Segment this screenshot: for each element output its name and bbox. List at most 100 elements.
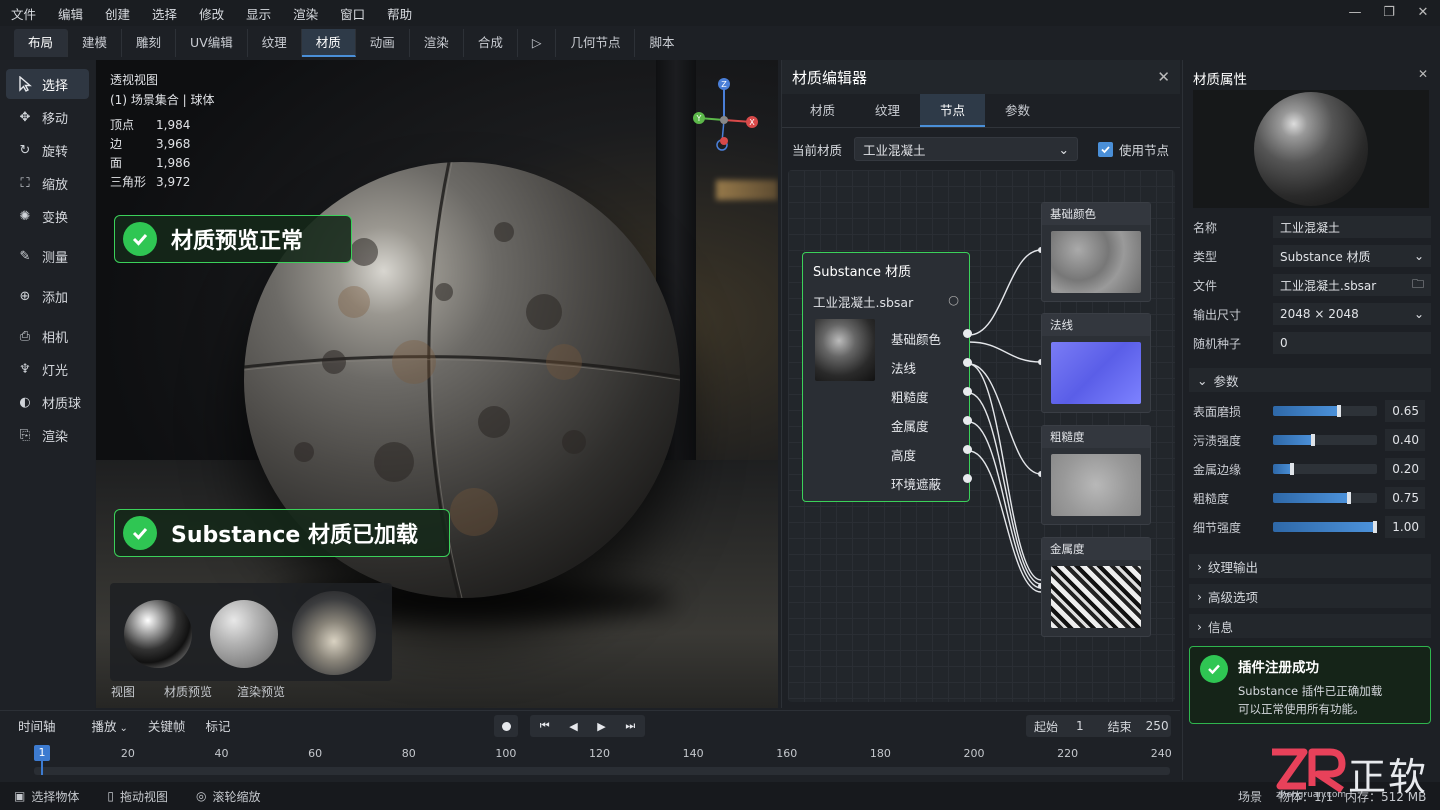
tab-script[interactable]: 脚本 [635,29,688,57]
jump-start-icon[interactable]: ⏮ [540,719,550,733]
tool-render[interactable]: ⎘ 渲染 [6,420,89,450]
file-field[interactable]: 工业混凝土.sbsar 🗀 [1273,274,1431,296]
menu-help[interactable]: 帮助 [376,4,423,23]
texture-node-base-color[interactable]: 基础颜色 [1041,202,1151,302]
section-params[interactable]: ⌄ 参数 [1189,368,1431,392]
slider-track[interactable] [1273,434,1377,446]
slider-value[interactable]: 0.75 [1385,487,1425,509]
tab-ne-material[interactable]: 材质 [790,94,855,127]
menu-edit[interactable]: 编辑 [47,4,94,23]
tool-select[interactable]: 选择 [6,69,89,99]
socket-icon[interactable] [963,445,972,454]
menu-display[interactable]: 显示 [235,4,282,23]
record-icon[interactable] [494,715,518,737]
close-icon[interactable]: ✕ [1157,68,1170,86]
slider-track[interactable] [1273,521,1377,533]
keyframe-menu[interactable]: 关键帧 [138,716,196,735]
start-frame-field[interactable]: 1 [1076,719,1084,733]
socket-icon[interactable] [963,416,972,425]
slider-knob[interactable] [1310,434,1315,446]
thumb-hdri[interactable] [292,591,376,675]
slider-value[interactable]: 0.65 [1385,400,1425,422]
timeline-ruler[interactable]: 20 40 60 80 100 120 140 160 180 200 220 240 1 [34,745,1172,775]
axis-gizmo[interactable]: Z X Y [686,75,766,155]
node-graph[interactable]: Substance 材质 工业混凝土.sbsar ○ 基础颜色 法线 粗糙度 金属… [788,170,1175,702]
slider-knob[interactable] [1336,405,1341,417]
thumb-clay[interactable] [210,600,278,668]
play-icon[interactable]: ▶ [597,720,605,733]
section-info[interactable]: › 信息 [1189,614,1431,638]
texture-node-metallic[interactable]: 金属度 [1041,537,1151,637]
minimize-icon[interactable]: — [1338,0,1372,26]
tab-texture[interactable]: 纹理 [248,29,302,57]
tab-material[interactable]: 材质 [301,29,356,57]
tab-geometry-nodes[interactable]: 几何节点 [556,29,636,57]
marker-menu[interactable]: 标记 [195,716,240,735]
tab-layout[interactable]: 布局 [14,29,69,57]
name-field[interactable]: 工业混凝土 [1273,216,1431,238]
section-advanced[interactable]: › 高级选项 [1189,584,1431,608]
tool-measure[interactable]: ✎ 测量 [6,241,89,271]
thumb-label-material[interactable]: 材质预览 [164,683,212,700]
tool-material-ball[interactable]: ◐ 材质球 [6,387,89,417]
end-frame-field[interactable]: 250 [1146,719,1169,733]
tab-compositing[interactable]: 合成 [464,29,518,57]
tab-ne-params[interactable]: 参数 [985,94,1050,127]
close-icon[interactable]: ✕ [1418,67,1428,81]
current-material-select[interactable]: 工业混凝土 ⌄ [854,137,1079,161]
slider-knob[interactable] [1289,463,1294,475]
slider-value[interactable]: 0.40 [1385,429,1425,451]
seed-field[interactable]: 0 [1273,332,1431,354]
socket-icon[interactable] [963,474,972,483]
slider-track[interactable] [1273,463,1377,475]
tool-add[interactable]: ⊕ 添加 [6,281,89,311]
slider-knob[interactable] [1373,521,1377,533]
close-icon[interactable]: ✕ [1406,0,1440,26]
tab-animation[interactable]: 动画 [356,29,410,57]
tab-ne-texture[interactable]: 纹理 [855,94,920,127]
tool-rotate[interactable]: ↻ 旋转 [6,135,89,165]
socket-icon[interactable] [963,387,972,396]
3d-viewport[interactable]: 透视视图 (1) 场景集合 | 球体 顶点 1,984 边 3,968 面 1,986… [96,60,778,708]
thumb-chrome[interactable] [124,600,192,668]
tool-scale[interactable]: ⛶ 缩放 [6,168,89,198]
type-select[interactable]: Substance 材质 ⌄ [1273,245,1431,267]
texture-node-normal[interactable]: 法线 [1041,313,1151,413]
slider-value[interactable]: 1.00 [1385,516,1425,538]
socket-icon[interactable] [963,358,972,367]
menu-select[interactable]: 选择 [141,4,188,23]
tab-ne-nodes[interactable]: 节点 [920,94,986,127]
thumb-label-render[interactable]: 渲染预览 [237,683,285,700]
jump-end-icon[interactable]: ⏭ [625,719,635,733]
tool-transform[interactable]: ✺ 变换 [6,201,89,231]
tab-uv[interactable]: UV编辑 [176,29,248,57]
tab-sculpt[interactable]: 雕刻 [122,29,177,57]
menu-modify[interactable]: 修改 [188,4,235,23]
maximize-icon[interactable]: ❐ [1372,0,1406,26]
folder-icon[interactable]: 🗀 [1412,275,1424,296]
thumb-label-view[interactable]: 视图 [111,683,135,700]
playhead[interactable]: 1 [34,745,50,761]
tab-modeling[interactable]: 建模 [68,29,123,57]
slider-track[interactable] [1273,492,1377,504]
slider-track[interactable] [1273,405,1377,417]
use-nodes-checkbox[interactable]: 使用节点 [1098,140,1169,159]
output-size-select[interactable]: 2048 × 2048 ⌄ [1273,303,1431,325]
slider-knob[interactable] [1347,492,1351,504]
timeline-track[interactable] [34,767,1170,775]
tab-render[interactable]: 渲染 [410,29,464,57]
menu-render[interactable]: 渲染 [282,4,329,23]
tool-light[interactable]: ♆ 灯光 [6,354,89,384]
section-texture-output[interactable]: › 纹理输出 [1189,554,1431,578]
tool-move[interactable]: ✥ 移动 [6,102,89,132]
menu-window[interactable]: 窗口 [329,4,376,23]
socket-icon[interactable] [963,329,972,338]
substance-node[interactable]: Substance 材质 工业混凝土.sbsar ○ 基础颜色 法线 粗糙度 金属… [802,252,972,502]
slider-value[interactable]: 0.20 [1385,458,1425,480]
menu-file[interactable]: 文件 [0,4,47,23]
tool-camera[interactable]: ⎙ 相机 [6,321,89,351]
menu-create[interactable]: 创建 [94,4,141,23]
step-back-icon[interactable]: ◀ [569,720,577,733]
texture-node-roughness[interactable]: 粗糙度 [1041,425,1151,525]
playback-menu[interactable]: 播放 ⌄ [82,716,138,735]
